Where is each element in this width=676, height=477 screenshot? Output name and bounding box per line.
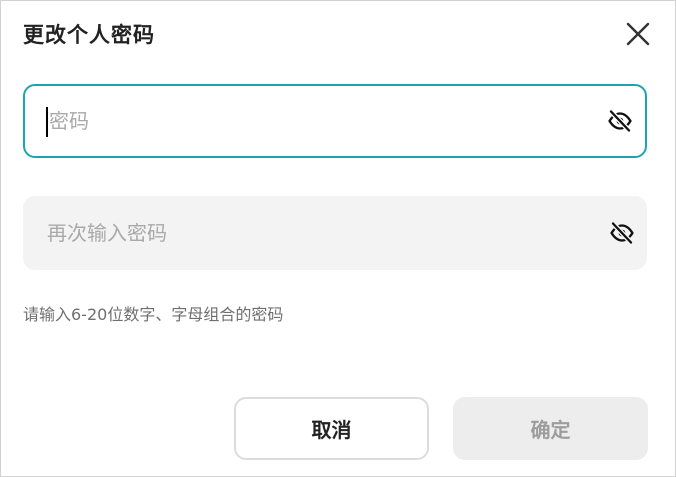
password-visibility-toggle[interactable] — [607, 108, 633, 134]
close-icon — [626, 22, 650, 46]
confirm-password-visibility-toggle[interactable] — [609, 220, 635, 246]
change-password-dialog: 更改个人密码 请输入6-20位数字、字母组合的密码 取消 确定 — [0, 0, 676, 477]
confirm-button[interactable]: 确定 — [453, 397, 648, 460]
confirm-password-input[interactable] — [47, 196, 587, 270]
close-button[interactable] — [621, 17, 655, 51]
password-field[interactable] — [23, 84, 647, 158]
dialog-title: 更改个人密码 — [23, 23, 155, 47]
password-hint: 请输入6-20位数字、字母组合的密码 — [23, 305, 284, 324]
eye-off-icon — [608, 109, 632, 133]
confirm-password-field[interactable] — [23, 196, 647, 270]
cancel-button[interactable]: 取消 — [234, 397, 429, 460]
text-caret — [46, 107, 48, 137]
password-input[interactable] — [49, 86, 589, 156]
eye-off-icon — [610, 221, 634, 245]
